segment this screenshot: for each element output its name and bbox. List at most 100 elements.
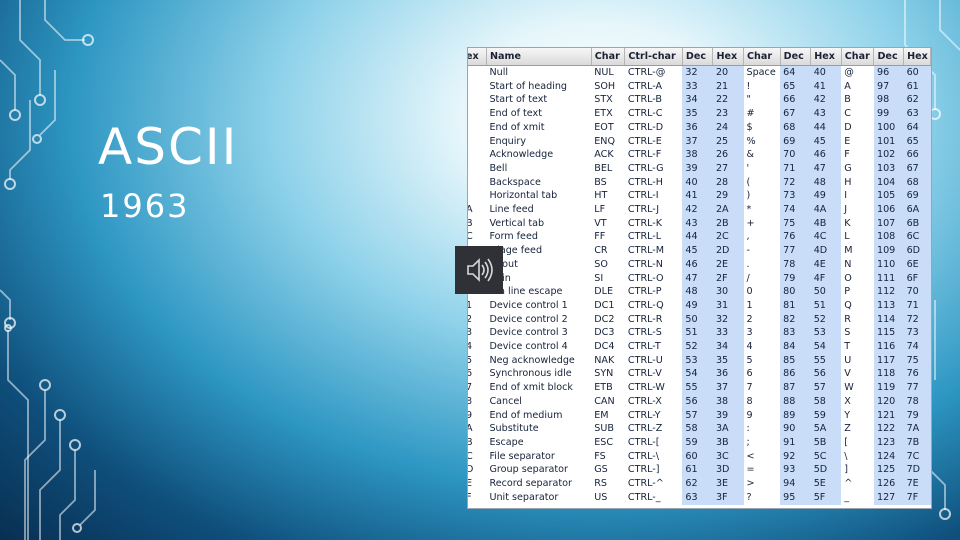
table-cell: D	[844, 121, 852, 133]
table-cell: SUB	[594, 423, 614, 435]
table-cell: 4C	[810, 230, 842, 245]
table-cell: 78	[903, 394, 931, 409]
table-cell: 48	[810, 175, 842, 190]
table-cell: 62	[682, 477, 713, 491]
table-cell: BEL	[594, 162, 613, 174]
table-cell: CTRL-W	[627, 382, 665, 394]
table-cell: 32	[712, 312, 744, 327]
table-cell: 44	[682, 230, 713, 245]
table-cell: 36	[682, 120, 713, 135]
table-row: ift out SO CTRL-N 46 2E. 78 4E N 110 6E	[468, 257, 931, 272]
table-cell: CTRL-C	[627, 108, 663, 120]
table-cell: 8	[746, 395, 753, 407]
table-cell: NUL	[594, 67, 614, 78]
table-cell: 100	[873, 120, 904, 135]
table-cell: 74	[780, 203, 811, 217]
table-cell: DC3	[594, 327, 615, 339]
table-cell: Acknowledge	[489, 149, 554, 161]
table-cell: 41	[810, 79, 842, 94]
table-cell: $	[746, 121, 753, 133]
table-cell: 71	[903, 298, 931, 313]
table-cell: 2	[746, 313, 753, 325]
table-cell: 39	[682, 161, 713, 176]
table-cell: 5	[468, 354, 486, 368]
table-cell: \	[844, 450, 848, 462]
table-cell: 109	[873, 244, 904, 258]
table-row: 7End of xmit blockETBCTRL-W553778757W119…	[468, 381, 931, 395]
table-cell: 65	[780, 79, 811, 94]
table-cell: 53	[682, 353, 713, 368]
table-cell: 73	[903, 326, 931, 341]
table-cell: EM	[594, 409, 609, 421]
table-cell: D	[468, 463, 486, 477]
table-row: 9End of mediumEMCTRL-Y573998959Y12179	[468, 408, 931, 423]
table-cell: Group separator	[489, 464, 568, 476]
table-cell: "	[746, 94, 751, 106]
table-cell: 27	[712, 161, 744, 176]
table-cell: 115	[873, 326, 904, 341]
table-cell: 2D	[712, 244, 744, 258]
table-cell: 71	[780, 161, 811, 176]
table-row: Acknowledge ACK CTRL-F 38 26 & 70 46 F 102 66	[468, 148, 931, 162]
audio-button[interactable]	[455, 246, 503, 294]
table-cell: DLE	[594, 286, 614, 298]
table-cell: CTRL-M	[627, 245, 665, 257]
table-cell: 67	[903, 161, 931, 176]
table-cell: CTRL-U	[627, 354, 663, 366]
table-cell: 3	[468, 326, 486, 340]
table-cell: RS	[594, 478, 607, 490]
table-cell: Device control 4	[489, 341, 568, 353]
table-cell: <	[746, 450, 755, 462]
table-cell: 63	[903, 107, 931, 121]
table-cell: ENQ	[594, 135, 616, 147]
table-cell: =	[746, 464, 755, 476]
table-cell: 7C	[903, 449, 931, 464]
table-row: 3Device control 3DC3CTRL-S513338353S1157…	[468, 326, 931, 341]
table-cell: E	[844, 135, 851, 147]
table-cell: 92	[780, 449, 811, 464]
table-cell: Vertical tab	[489, 217, 545, 229]
table-cell: 83	[780, 326, 811, 341]
table-cell: 29	[712, 189, 744, 204]
table-cell: LF	[594, 204, 606, 216]
table-cell: 93	[780, 463, 811, 478]
table-cell: 91	[780, 435, 811, 450]
table-cell: 61	[682, 463, 713, 478]
table-cell: 33	[712, 326, 744, 341]
table-cell: 53	[810, 326, 842, 341]
table-cell: 9	[468, 409, 486, 423]
table-cell: 6F	[903, 271, 931, 286]
table-cell: CTRL-[	[627, 436, 660, 448]
table-cell: 6A	[903, 203, 931, 217]
table-cell: 66	[780, 93, 811, 108]
table-cell: V	[844, 368, 851, 380]
table-cell: 35	[712, 353, 744, 368]
table-cell: 4D	[810, 244, 842, 258]
table-cell: 98	[873, 93, 904, 108]
table-row: BEscape ESC CTRL-[593B; 915B[1237B	[468, 435, 931, 450]
table-cell: )	[746, 190, 751, 202]
table-cell: 86	[780, 367, 811, 382]
table-cell: ETX	[594, 108, 613, 120]
table-cell: K	[844, 217, 851, 229]
table-cell: 6C	[903, 230, 931, 245]
table-cell: End of text	[489, 108, 542, 120]
table-cell: 90	[780, 422, 811, 436]
table-cell	[468, 148, 486, 162]
table-cell: 34	[712, 340, 744, 354]
table-cell: 3F	[712, 490, 744, 505]
table-cell: 75	[903, 353, 931, 368]
table-cell: CTRL-_	[627, 491, 661, 503]
column-header: Dec	[682, 48, 714, 66]
table-cell: 1	[468, 299, 486, 313]
table-row: ift inSICTRL-O472F/794FO1116F	[468, 271, 931, 286]
table-cell: 4	[746, 341, 753, 353]
table-cell: 127	[873, 490, 904, 505]
table-cell: 58	[682, 422, 713, 436]
table-row: 4Device control 4DC4CTRL-T523448454T1167…	[468, 340, 931, 354]
table-cell: CTRL-Y	[627, 409, 661, 421]
table-cell: Device control 3	[489, 327, 568, 339]
table-cell: 23	[712, 107, 744, 121]
table-cell: 43	[810, 107, 842, 121]
table-cell: STX	[594, 94, 613, 106]
